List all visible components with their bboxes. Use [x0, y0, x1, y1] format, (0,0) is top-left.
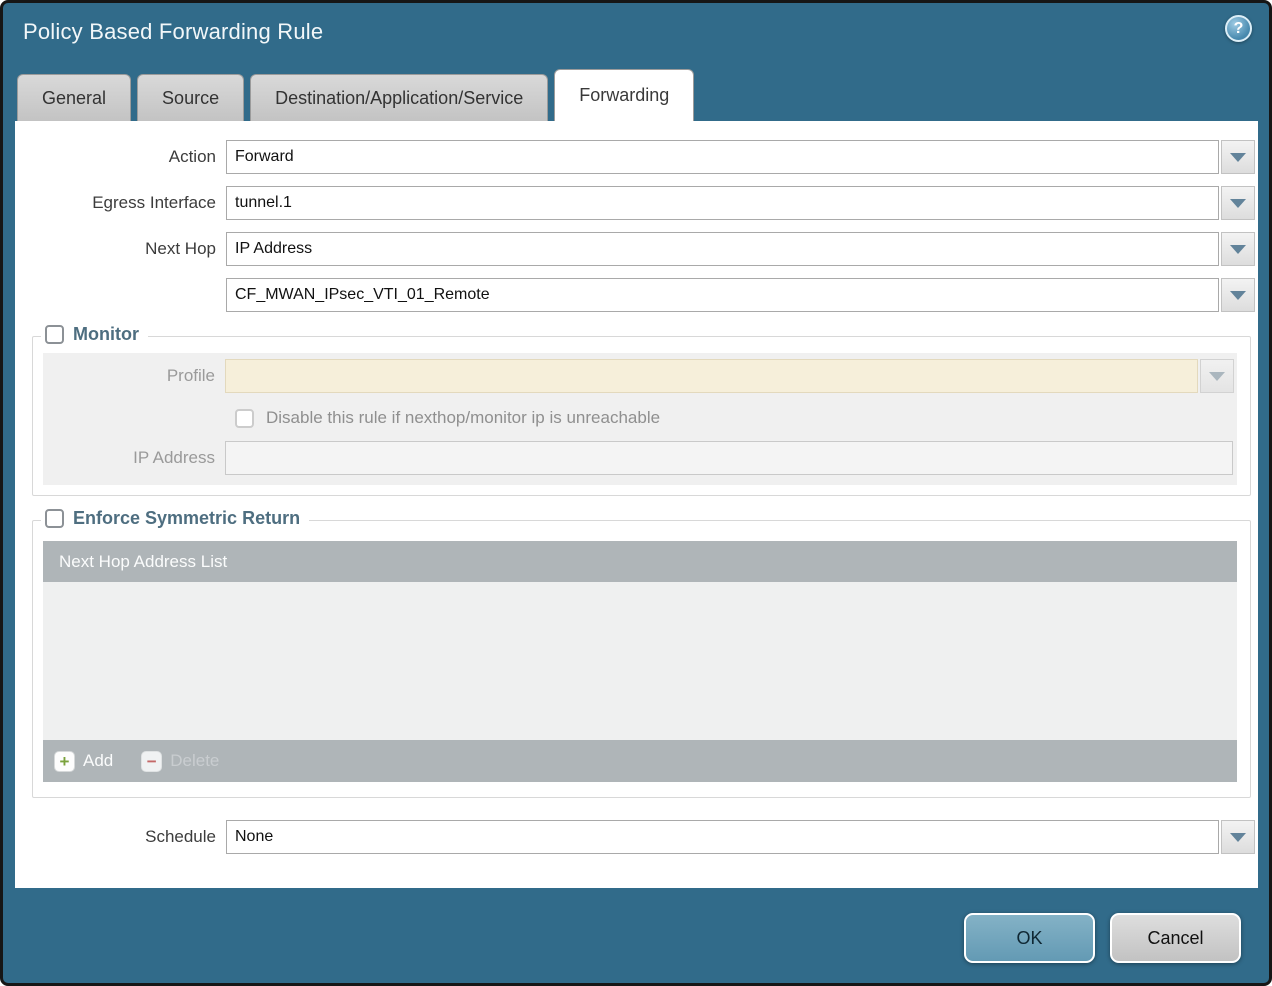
profile-dropdown-button [1200, 359, 1234, 393]
tab-bar: General Source Destination/Application/S… [3, 68, 1269, 121]
egress-interface-label: Egress Interface [28, 193, 226, 213]
next-hop-combo [226, 232, 1255, 266]
egress-interface-combo [226, 186, 1255, 220]
schedule-label: Schedule [28, 827, 226, 847]
monitor-ip-address-input [225, 441, 1233, 475]
delete-button-label: Delete [170, 751, 219, 771]
chevron-down-icon [1230, 291, 1246, 300]
tab-general[interactable]: General [17, 74, 131, 121]
enforce-symmetric-return-checkbox[interactable] [45, 509, 64, 528]
monitor-ip-address-label: IP Address [53, 448, 225, 468]
next-hop-address-list-body[interactable] [43, 582, 1237, 740]
next-hop-address-dropdown-button[interactable] [1221, 278, 1255, 312]
profile-combo [225, 359, 1234, 393]
delete-button: − Delete [141, 751, 219, 772]
next-hop-address-list-toolbar: + Add − Delete [43, 740, 1237, 782]
monitor-title: Monitor [73, 324, 139, 345]
disable-rule-row: Disable this rule if nexthop/monitor ip … [235, 408, 1237, 428]
chevron-down-icon [1230, 245, 1246, 254]
egress-interface-input[interactable] [226, 186, 1219, 220]
tab-forwarding[interactable]: Forwarding [554, 69, 694, 121]
title-bar: Policy Based Forwarding Rule ? [3, 3, 1269, 68]
schedule-input[interactable] [226, 820, 1219, 854]
next-hop-address-list-table: Next Hop Address List + Add − Delete [43, 541, 1237, 782]
tab-destination-application-service[interactable]: Destination/Application/Service [250, 74, 548, 121]
egress-interface-dropdown-button[interactable] [1221, 186, 1255, 220]
fieldset-bottom-gap [33, 788, 1250, 797]
action-row: Action [28, 140, 1258, 174]
disable-rule-label: Disable this rule if nexthop/monitor ip … [266, 408, 660, 428]
enforce-symmetric-return-legend: Enforce Symmetric Return [41, 508, 309, 529]
schedule-combo [226, 820, 1255, 854]
next-hop-address-row [28, 278, 1258, 312]
help-icon[interactable]: ? [1225, 15, 1252, 42]
chevron-down-icon [1230, 153, 1246, 162]
schedule-dropdown-button[interactable] [1221, 820, 1255, 854]
next-hop-row: Next Hop [28, 232, 1258, 266]
egress-interface-row: Egress Interface [28, 186, 1258, 220]
chevron-down-icon [1230, 199, 1246, 208]
add-button-label: Add [83, 751, 113, 771]
action-combo [226, 140, 1255, 174]
profile-input [225, 359, 1198, 393]
ok-button[interactable]: OK [964, 913, 1095, 963]
minus-icon: − [141, 751, 162, 772]
next-hop-address-input[interactable] [226, 278, 1219, 312]
action-label: Action [28, 147, 226, 167]
add-button[interactable]: + Add [54, 751, 113, 772]
monitor-section: Monitor Profile Disable this rule if nex… [32, 336, 1251, 496]
policy-based-forwarding-rule-dialog: Policy Based Forwarding Rule ? General S… [0, 0, 1272, 986]
chevron-down-icon [1230, 833, 1246, 842]
next-hop-address-list-header: Next Hop Address List [43, 541, 1237, 582]
tab-source[interactable]: Source [137, 74, 244, 121]
monitor-ip-address-row: IP Address [53, 441, 1237, 475]
next-hop-type-input[interactable] [226, 232, 1219, 266]
profile-label: Profile [53, 366, 225, 386]
next-hop-dropdown-button[interactable] [1221, 232, 1255, 266]
profile-row: Profile [53, 359, 1237, 393]
monitor-disabled-panel: Profile Disable this rule if nexthop/mon… [43, 353, 1237, 485]
dialog-title: Policy Based Forwarding Rule [23, 19, 323, 53]
disable-rule-checkbox [235, 409, 254, 428]
monitor-checkbox[interactable] [45, 325, 64, 344]
next-hop-label: Next Hop [28, 239, 226, 259]
monitor-legend: Monitor [41, 324, 148, 345]
enforce-symmetric-return-section: Enforce Symmetric Return Next Hop Addres… [32, 520, 1251, 798]
action-input[interactable] [226, 140, 1219, 174]
enforce-symmetric-return-title: Enforce Symmetric Return [73, 508, 300, 529]
plus-icon: + [54, 751, 75, 772]
forwarding-tab-panel: Action Egress Interface Next Hop [15, 121, 1258, 888]
schedule-row: Schedule [28, 820, 1258, 854]
action-dropdown-button[interactable] [1221, 140, 1255, 174]
chevron-down-icon [1209, 372, 1225, 381]
cancel-button[interactable]: Cancel [1110, 913, 1241, 963]
next-hop-address-combo [226, 278, 1255, 312]
dialog-footer: OK Cancel [3, 888, 1269, 986]
